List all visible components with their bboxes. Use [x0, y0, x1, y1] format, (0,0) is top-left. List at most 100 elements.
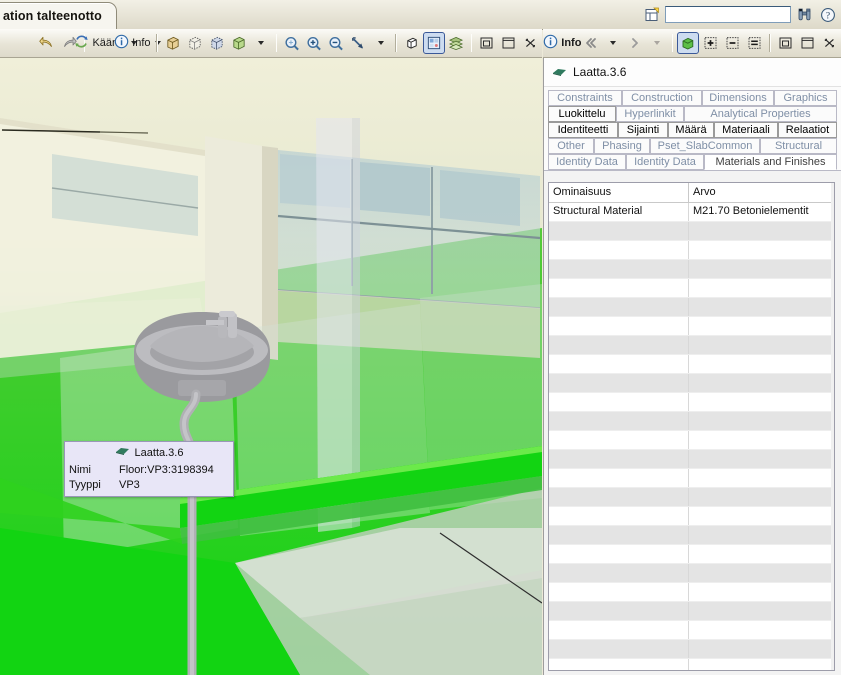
cell-value: [689, 526, 834, 544]
nav-forward-button[interactable]: [624, 32, 646, 54]
box-shaded-button[interactable]: [228, 32, 250, 54]
table-row-empty[interactable]: [549, 469, 834, 488]
table-row-empty[interactable]: [549, 564, 834, 583]
table-row-empty[interactable]: [549, 583, 834, 602]
tab-relaatiot[interactable]: Relaatiot: [778, 122, 837, 138]
table-row-empty[interactable]: [549, 222, 834, 241]
property-table-header: Ominaisuus Arvo: [549, 183, 834, 203]
3d-viewport[interactable]: Laatta.3.6 Nimi Floor:VP3:3198394 Tyyppi…: [0, 58, 542, 675]
zoom-mode-dropdown[interactable]: [369, 32, 391, 54]
tab-materials-and-finishes[interactable]: Materials and Finishes: [704, 154, 837, 170]
help-question-icon[interactable]: ?: [818, 5, 837, 24]
tab-hyperlinkit[interactable]: Hyperlinkit: [616, 106, 684, 122]
document-tab[interactable]: ation talteenotto: [0, 2, 117, 29]
toolbar-separator: [275, 34, 278, 52]
undo-button[interactable]: [36, 32, 58, 54]
tab-constraints[interactable]: Constraints: [548, 90, 622, 106]
table-row-empty[interactable]: [549, 507, 834, 526]
nav-back-dropdown[interactable]: [602, 32, 624, 54]
zoom-fit-button[interactable]: [281, 32, 303, 54]
zoom-in-button[interactable]: [303, 32, 325, 54]
info-panel-title-button[interactable]: Info: [543, 32, 581, 54]
table-row[interactable]: Structural Material M21.70 Betonielementi…: [549, 203, 834, 222]
table-row-empty[interactable]: [549, 602, 834, 621]
table-row-empty[interactable]: [549, 412, 834, 431]
cell-property: [549, 412, 689, 430]
table-row-empty[interactable]: [549, 241, 834, 260]
sync-selection-button[interactable]: [677, 32, 700, 54]
zoom-out-button[interactable]: [325, 32, 347, 54]
tooltip-value: Floor:VP3:3198394: [119, 463, 214, 476]
nav-forward-dropdown[interactable]: [646, 32, 668, 54]
table-row-empty[interactable]: [549, 640, 834, 659]
expand-all-button[interactable]: [699, 32, 721, 54]
restore-panel-button[interactable]: [775, 32, 797, 54]
render-mode-button[interactable]: [422, 32, 445, 54]
table-row-empty[interactable]: [549, 374, 834, 393]
box-hidden-button[interactable]: [206, 32, 228, 54]
nav-back-button[interactable]: [580, 32, 602, 54]
search-input[interactable]: [666, 7, 790, 22]
tab-graphics[interactable]: Graphics: [774, 90, 837, 106]
tab-materiaali[interactable]: Materiaali: [714, 122, 778, 138]
tooltip-row: Nimi Floor:VP3:3198394: [69, 462, 229, 477]
cell-property: [549, 431, 689, 449]
tab-other[interactable]: Other: [548, 138, 594, 154]
toolbar-separator: [671, 34, 674, 52]
new-document-icon[interactable]: [642, 5, 661, 24]
table-row-empty[interactable]: [549, 431, 834, 450]
tab-structural[interactable]: Structural: [760, 138, 837, 154]
cell-value: [689, 640, 834, 658]
list-view-button[interactable]: [743, 32, 765, 54]
tab-pset-slabcommon[interactable]: Pset_SlabCommon: [650, 138, 760, 154]
layers-button[interactable]: [445, 32, 467, 54]
table-row-empty[interactable]: [549, 355, 834, 374]
table-row-empty[interactable]: [549, 488, 834, 507]
info-button[interactable]: Info: [114, 32, 161, 54]
tab-analytical-properties[interactable]: Analytical Properties: [684, 106, 837, 122]
table-row-empty[interactable]: [549, 526, 834, 545]
table-row-empty[interactable]: [549, 545, 834, 564]
tab-identity-data-1[interactable]: Identity Data: [548, 154, 626, 170]
table-row-empty[interactable]: [549, 260, 834, 279]
binoculars-find-icon[interactable]: [795, 5, 814, 24]
collapse-all-button[interactable]: [721, 32, 743, 54]
close-panel-button[interactable]: [819, 32, 841, 54]
tab-dimensions[interactable]: Dimensions: [702, 90, 774, 106]
tab-phasing[interactable]: Phasing: [594, 138, 650, 154]
tab-identiteetti[interactable]: Identiteetti: [548, 122, 618, 138]
tab-maara[interactable]: Määrä: [668, 122, 714, 138]
select-tool-button[interactable]: [347, 32, 369, 54]
selected-element-name: Laatta.3.6: [573, 65, 627, 79]
tab-sijainti[interactable]: Sijainti: [618, 122, 668, 138]
cell-value: [689, 241, 834, 259]
table-row-empty[interactable]: [549, 393, 834, 412]
maximize-window-button[interactable]: [498, 32, 520, 54]
property-table-body: Structural Material M21.70 Betonielementi…: [549, 203, 834, 670]
cell-value: [689, 564, 834, 582]
tab-identity-data-2[interactable]: Identity Data: [626, 154, 704, 170]
cell-value: [689, 260, 834, 278]
table-row-empty[interactable]: [549, 317, 834, 336]
search-input-wrapper[interactable]: [665, 6, 791, 23]
column-header-value: Arvo: [693, 186, 716, 198]
table-row-empty[interactable]: [549, 621, 834, 640]
box-solid-button[interactable]: [162, 32, 184, 54]
table-row-empty[interactable]: [549, 659, 834, 670]
table-row-empty[interactable]: [549, 279, 834, 298]
table-row-empty[interactable]: [549, 298, 834, 317]
property-table: Ominaisuus Arvo Structural Material M21.7…: [548, 182, 835, 671]
tab-construction[interactable]: Construction: [622, 90, 702, 106]
cell-property: [549, 469, 689, 487]
cell-value: [689, 317, 834, 335]
clip-button[interactable]: [401, 32, 423, 54]
box-wireframe-button[interactable]: [184, 32, 206, 54]
table-row-empty[interactable]: [549, 336, 834, 355]
property-table-scrollbar[interactable]: [831, 183, 834, 670]
box-mode-dropdown[interactable]: [250, 32, 272, 54]
maximize-panel-button[interactable]: [797, 32, 819, 54]
tab-luokittelu[interactable]: Luokittelu: [548, 106, 616, 122]
table-row-empty[interactable]: [549, 450, 834, 469]
close-window-button[interactable]: [520, 32, 542, 54]
restore-window-button[interactable]: [476, 32, 498, 54]
